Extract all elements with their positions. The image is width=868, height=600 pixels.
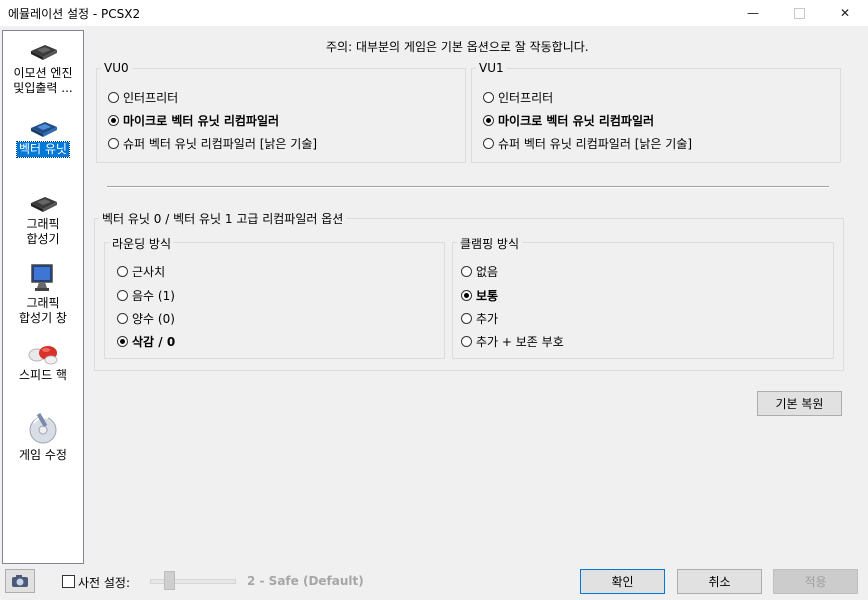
notice-text: 주의: 대부분의 게임은 기본 옵션으로 잘 작동합니다.	[326, 40, 589, 54]
rounding-group-title: 라운딩 방식	[109, 235, 175, 252]
preset-slider-thumb[interactable]	[164, 571, 175, 590]
vu0-option-microvu[interactable]: 마이크로 벡터 유닛 리컴파일러	[108, 112, 279, 129]
radio-button[interactable]	[461, 336, 472, 347]
radio-label: 마이크로 벡터 유닛 리컴파일러	[498, 114, 655, 128]
radio-button[interactable]	[483, 138, 494, 149]
radio-label: 음수 (1)	[132, 289, 175, 303]
clamping-option-normal[interactable]: 보통	[461, 287, 498, 304]
pills-icon	[28, 346, 58, 365]
radio-label: 추가 + 보존 부호	[476, 335, 564, 349]
clamping-group-title: 클램핑 방식	[457, 235, 523, 252]
camera-gear-icon	[12, 575, 28, 587]
close-button[interactable]: ✕	[822, 0, 868, 26]
sidebar-item-label: 합성기	[26, 232, 60, 246]
rounding-option-chop[interactable]: 삭감 / 0	[117, 333, 175, 350]
radio-button[interactable]	[117, 290, 128, 301]
radio-label: 슈퍼 벡터 유닛 리컴파일러 [낡은 기술]	[498, 137, 693, 151]
advanced-options-title: 벡터 유닛 0 / 벡터 유닛 1 고급 리컴파일러 옵션	[99, 210, 347, 227]
clamping-option-none[interactable]: 없음	[461, 263, 498, 280]
radio-button[interactable]	[117, 313, 128, 324]
apply-button[interactable]: 적용	[773, 569, 858, 594]
radio-label: 양수 (0)	[132, 312, 175, 326]
sidebar-item-emotion-engine[interactable]: 이모션 엔진 및입출력 ...	[3, 41, 83, 96]
vu0-option-interpreter[interactable]: 인터프리터	[108, 89, 178, 106]
sidebar-item-gamefixes[interactable]: 게임 수정	[3, 411, 83, 463]
rounding-option-nearest[interactable]: 근사치	[117, 263, 165, 280]
vu1-option-interpreter[interactable]: 인터프리터	[483, 89, 553, 106]
radio-label: 없음	[476, 265, 499, 279]
maximize-button[interactable]	[776, 0, 822, 26]
preset-value: 2 - Safe (Default)	[247, 574, 364, 588]
sidebar-item-label: 그래픽	[26, 296, 60, 310]
maximize-icon	[793, 7, 805, 19]
preset-label: 사전 설정:	[78, 576, 131, 590]
sidebar-item-gs-window[interactable]: 그래픽 합성기 창	[3, 263, 83, 326]
monitor-icon	[31, 264, 53, 291]
radio-label: 근사치	[132, 265, 166, 279]
preset-checkbox[interactable]	[62, 575, 75, 588]
radio-label: 추가	[476, 312, 499, 326]
vu1-option-microvu[interactable]: 마이크로 벡터 유닛 리컴파일러	[483, 112, 654, 129]
chip-icon	[31, 197, 57, 212]
radio-button[interactable]	[108, 92, 119, 103]
radio-button[interactable]	[117, 266, 128, 277]
sidebar-item-label: 합성기 창	[19, 311, 67, 325]
sidebar-item-label: 게임 수정	[19, 448, 67, 462]
radio-button[interactable]	[108, 115, 119, 126]
window-title: 에뮬레이션 설정 - PCSX2	[8, 7, 141, 21]
radio-button[interactable]	[461, 290, 472, 301]
radio-label: 보통	[476, 289, 499, 303]
radio-button[interactable]	[483, 115, 494, 126]
radio-button[interactable]	[108, 138, 119, 149]
radio-button[interactable]	[117, 336, 128, 347]
restore-defaults-button[interactable]: 기본 복원	[757, 391, 842, 416]
rounding-option-positive[interactable]: 양수 (0)	[117, 310, 175, 327]
vu0-group-title: VU0	[101, 61, 132, 75]
settings-button[interactable]	[5, 569, 35, 593]
rounding-option-negative[interactable]: 음수 (1)	[117, 287, 175, 304]
minimize-icon: —	[747, 6, 759, 20]
vu0-option-supervu[interactable]: 슈퍼 벡터 유닛 리컴파일러 [낡은 기술]	[108, 135, 317, 152]
sidebar-item-label: 스피드 핵	[19, 368, 67, 382]
clamping-option-extra-sign[interactable]: 추가 + 보존 부호	[461, 333, 564, 350]
separator-line	[107, 186, 829, 188]
chip-blue-icon	[31, 122, 57, 137]
radio-label: 삭감 / 0	[132, 335, 176, 349]
minimize-button[interactable]: —	[730, 0, 776, 26]
sidebar-item-label: 및입출력 ...	[13, 81, 73, 95]
radio-label: 인터프리터	[498, 91, 554, 105]
ok-button[interactable]: 확인	[580, 569, 665, 594]
sidebar-item-label: 벡터 유닛	[16, 141, 70, 158]
radio-label: 슈퍼 벡터 유닛 리컴파일러 [낡은 기술]	[123, 137, 318, 151]
radio-button[interactable]	[461, 313, 472, 324]
sidebar-item-label: 이모션 엔진	[13, 66, 73, 80]
radio-label: 인터프리터	[123, 91, 179, 105]
chip-icon	[31, 45, 57, 60]
sidebar-item-gs[interactable]: 그래픽 합성기	[3, 194, 83, 247]
sidebar-item-speedhacks[interactable]: 스피드 핵	[3, 341, 83, 383]
sidebar-item-label: 그래픽	[26, 217, 60, 231]
cancel-button[interactable]: 취소	[677, 569, 762, 594]
vu1-group-title: VU1	[476, 61, 507, 75]
vu1-option-supervu[interactable]: 슈퍼 벡터 유닛 리컴파일러 [낡은 기술]	[483, 135, 692, 152]
radio-button[interactable]	[461, 266, 472, 277]
radio-label: 마이크로 벡터 유닛 리컴파일러	[123, 114, 280, 128]
preset-slider-track[interactable]	[150, 579, 236, 584]
disc-wrench-icon	[29, 412, 57, 444]
radio-button[interactable]	[483, 92, 494, 103]
clamping-option-extra[interactable]: 추가	[461, 310, 498, 327]
settings-sidebar: 이모션 엔진 및입출력 ... 벡터 유닛 그래픽 합성기 그래픽 합성기 창	[2, 30, 84, 564]
close-icon: ✕	[839, 6, 851, 20]
sidebar-item-vector-units[interactable]: 벡터 유닛	[3, 119, 83, 158]
